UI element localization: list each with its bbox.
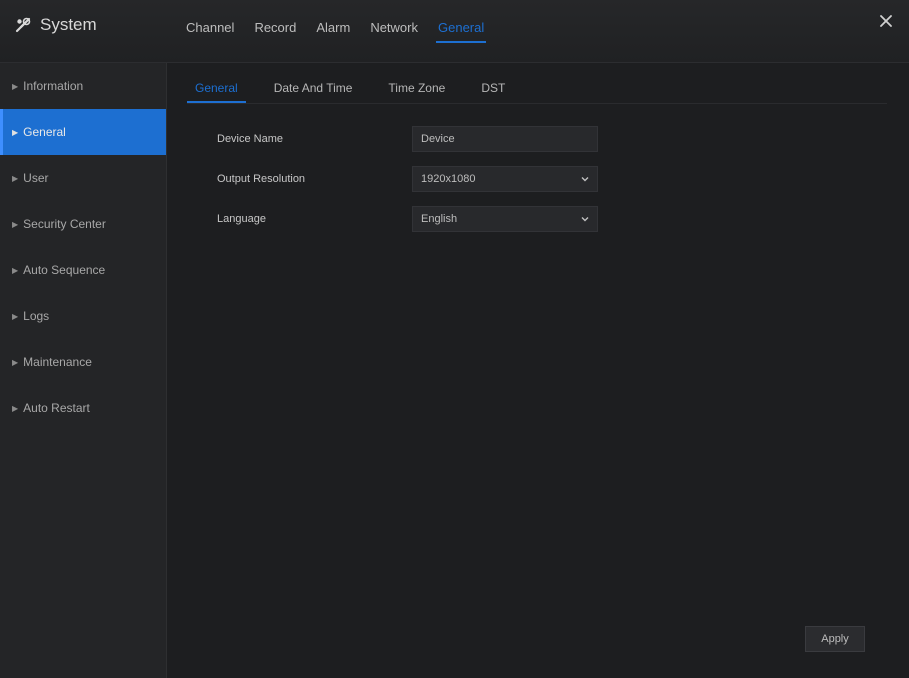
sidebar-item-auto-restart[interactable]: ▶ Auto Restart: [0, 385, 166, 431]
language-label: Language: [217, 213, 266, 225]
triangle-right-icon: ▶: [12, 173, 19, 183]
triangle-right-icon: ▶: [12, 219, 19, 229]
triangle-right-icon: ▶: [12, 403, 19, 413]
sidebar-item-auto-sequence[interactable]: ▶ Auto Sequence: [0, 247, 166, 293]
sidebar-item-label: Auto Restart: [23, 401, 90, 415]
tab-general[interactable]: General: [436, 18, 487, 43]
triangle-right-icon: ▶: [12, 81, 19, 91]
device-name-input[interactable]: Device: [412, 126, 598, 152]
triangle-right-icon: ▶: [12, 265, 19, 275]
system-settings-window: System Channel Record Alarm Network Gene…: [0, 0, 909, 678]
sidebar-item-user[interactable]: ▶ User: [0, 155, 166, 201]
sub-tab-bar: General Date And Time Time Zone DST: [187, 77, 887, 104]
close-icon: [880, 15, 892, 27]
main-tab-bar: Channel Record Alarm Network General: [184, 18, 487, 43]
sidebar-item-label: General: [23, 125, 66, 139]
tab-alarm[interactable]: Alarm: [314, 18, 352, 43]
sidebar-item-label: Security Center: [23, 217, 106, 231]
sidebar-item-information[interactable]: ▶ Information: [0, 63, 166, 109]
general-settings-form: Device Name Device Output Resolution 192…: [217, 119, 598, 239]
subtab-dst[interactable]: DST: [473, 77, 513, 103]
settings-panel: General Date And Time Time Zone DST Devi…: [167, 63, 909, 678]
subtab-date-and-time[interactable]: Date And Time: [266, 77, 361, 103]
apply-button[interactable]: Apply: [805, 626, 865, 652]
triangle-right-icon: ▶: [12, 311, 19, 321]
output-resolution-row: Output Resolution 1920x1080: [217, 159, 598, 199]
tab-network[interactable]: Network: [368, 18, 420, 43]
language-value: English: [421, 213, 458, 225]
sidebar-item-label: User: [23, 171, 49, 185]
triangle-right-icon: ▶: [12, 357, 19, 367]
sidebar-item-general[interactable]: ▶ General: [0, 109, 166, 155]
output-resolution-value: 1920x1080: [421, 173, 476, 185]
device-name-label: Device Name: [217, 133, 284, 145]
language-select[interactable]: English: [412, 206, 598, 232]
device-name-value: Device: [421, 133, 455, 145]
app-title: System: [12, 14, 97, 36]
sidebar-item-maintenance[interactable]: ▶ Maintenance: [0, 339, 166, 385]
triangle-right-icon: ▶: [12, 127, 19, 137]
app-title-text: System: [40, 15, 97, 34]
sidebar: ▶ Information ▶ General ▶ User ▶ Securit…: [0, 63, 167, 678]
language-row: Language English: [217, 199, 598, 239]
device-name-row: Device Name Device: [217, 119, 598, 159]
sidebar-item-label: Auto Sequence: [23, 263, 106, 277]
output-resolution-select[interactable]: 1920x1080: [412, 166, 598, 192]
sidebar-item-label: Information: [23, 79, 84, 93]
chevron-down-icon: [581, 177, 589, 182]
output-resolution-label: Output Resolution: [217, 173, 306, 185]
subtab-time-zone[interactable]: Time Zone: [380, 77, 453, 103]
close-button[interactable]: [875, 10, 897, 32]
sidebar-item-security-center[interactable]: ▶ Security Center: [0, 201, 166, 247]
top-header-bar: System Channel Record Alarm Network Gene…: [0, 0, 909, 63]
sidebar-item-label: Maintenance: [23, 355, 92, 369]
subtab-general[interactable]: General: [187, 77, 246, 103]
tools-icon: [12, 14, 34, 36]
chevron-down-icon: [581, 217, 589, 222]
tab-record[interactable]: Record: [252, 18, 298, 43]
tab-channel[interactable]: Channel: [184, 18, 236, 43]
sidebar-item-label: Logs: [23, 309, 50, 323]
sidebar-item-logs[interactable]: ▶ Logs: [0, 293, 166, 339]
